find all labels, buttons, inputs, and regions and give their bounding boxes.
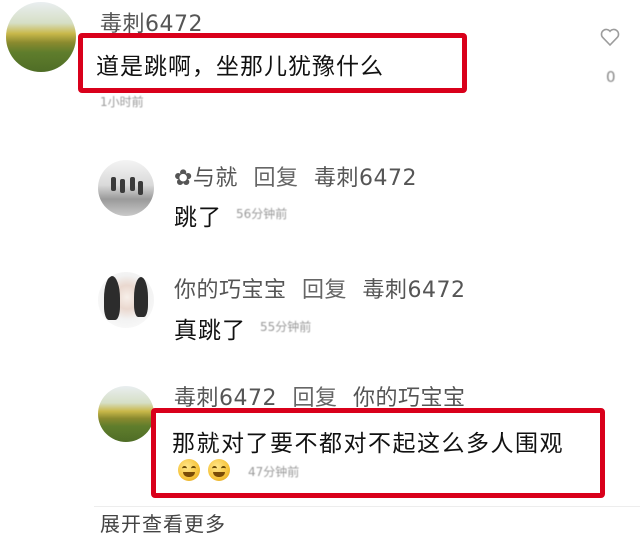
reply-time: 55分钟前 — [260, 320, 312, 334]
reply-text: 真跳了 — [174, 318, 246, 344]
avatar[interactable] — [98, 386, 154, 442]
comment-text: 道是跳啊，坐那儿犹豫什么 — [96, 54, 384, 80]
divider — [94, 506, 640, 507]
reply-username[interactable]: 你的巧宝宝 — [174, 278, 287, 303]
comment-time: 1小时前 — [100, 95, 144, 109]
laugh-cry-emoji — [178, 459, 200, 481]
reply-time: 47分钟前 — [248, 465, 300, 479]
reply-word: 回复 — [302, 278, 348, 303]
laugh-cry-emoji — [208, 459, 230, 481]
like-count: 0 — [606, 68, 616, 86]
reply-to-username[interactable]: 毒刺6472 — [363, 278, 466, 303]
reply-text: 那就对了要不都对不起这么多人围观 — [172, 431, 564, 457]
expand-more-link[interactable]: 展开查看更多 — [100, 508, 226, 537]
reply-header: ✿与就 回复 毒刺6472 — [174, 160, 417, 192]
avatar[interactable] — [98, 160, 154, 216]
reply-header: 你的巧宝宝 回复 毒刺6472 — [174, 272, 466, 304]
reply-word: 回复 — [253, 166, 299, 191]
avatar[interactable] — [98, 272, 154, 328]
heart-outline-icon[interactable] — [599, 26, 621, 48]
reply-text: 跳了 — [174, 205, 222, 231]
reply-time: 56分钟前 — [236, 207, 288, 221]
reply-to-username[interactable]: 毒刺6472 — [314, 166, 417, 191]
reply-username[interactable]: ✿与就 — [174, 166, 238, 191]
avatar[interactable] — [6, 2, 76, 72]
